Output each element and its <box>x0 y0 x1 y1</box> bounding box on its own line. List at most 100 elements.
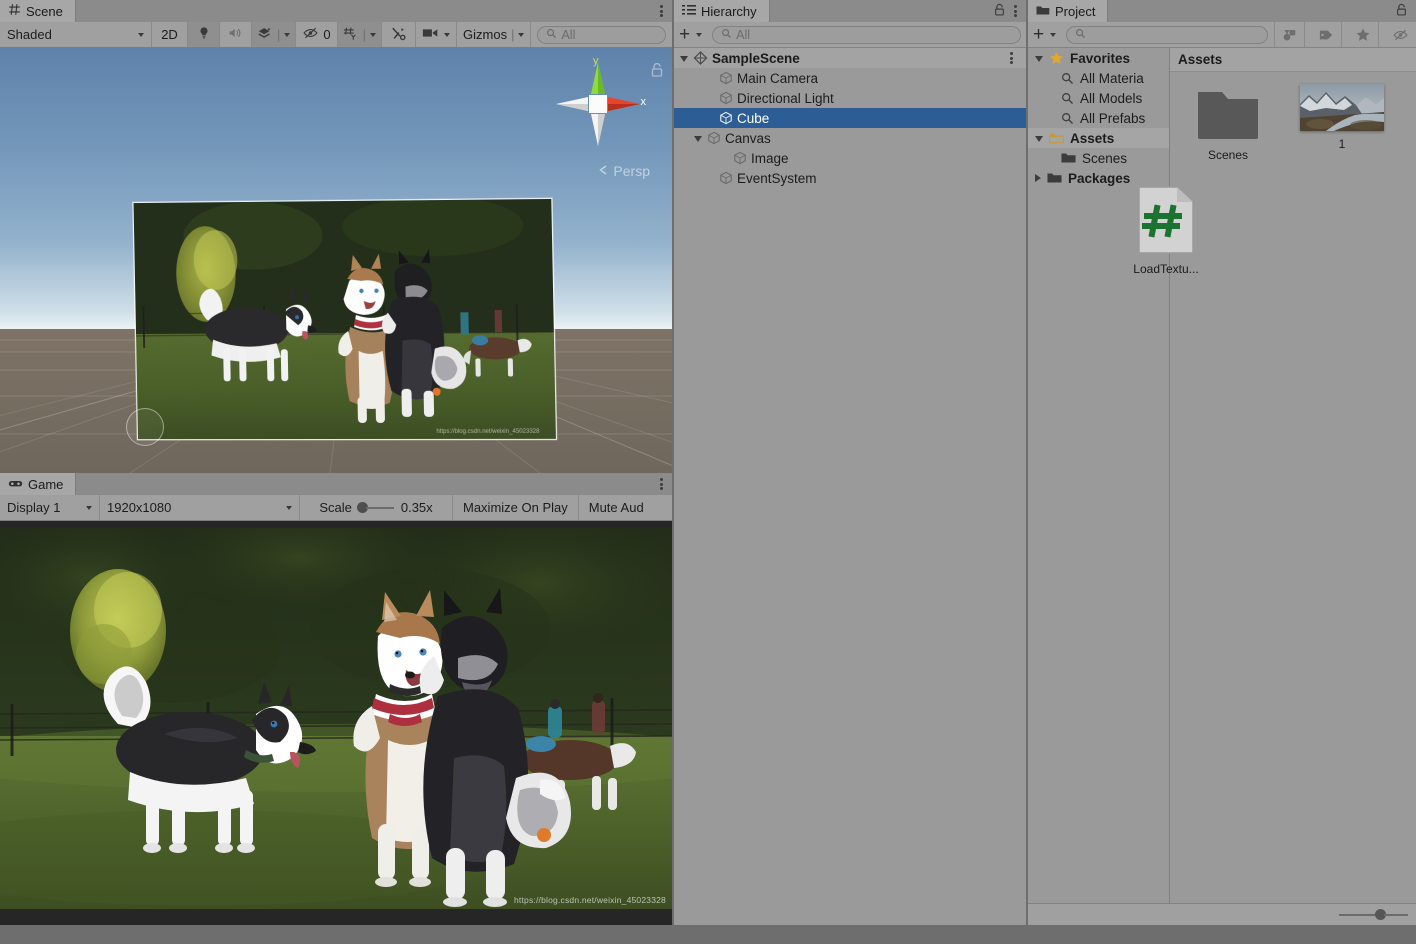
project-tree-item-assets[interactable]: Assets <box>1028 128 1169 148</box>
tab-scene[interactable]: Scene <box>0 0 76 22</box>
gizmos-dropdown[interactable]: Gizmos | <box>457 22 532 47</box>
grid-chevron-down-icon[interactable] <box>370 32 377 37</box>
dog-photo-scene: https://blog.csdn.net/weixin_45023328 <box>133 197 557 441</box>
asset-item-script[interactable]: LoadTextu... <box>1122 184 1210 276</box>
gizmos-chevron-down-icon[interactable] <box>518 32 525 37</box>
project-add-label[interactable]: + <box>1033 25 1044 44</box>
scene-viewport[interactable]: https://blog.csdn.net/weixin_45023328 y … <box>0 48 672 473</box>
hierarchy-item-eventsystem[interactable]: EventSystem <box>674 168 1026 188</box>
hierarchy-item-directional-light[interactable]: Directional Light <box>674 88 1026 108</box>
project-padlock-icon[interactable] <box>1395 3 1408 20</box>
project-tree-item-favorites[interactable]: Favorites <box>1028 48 1169 68</box>
hierarchy-item-main-camera[interactable]: Main Camera <box>674 68 1026 88</box>
star-icon <box>1049 51 1064 65</box>
tab-project[interactable]: Project <box>1028 0 1109 22</box>
chevron-down-icon[interactable] <box>694 136 702 142</box>
asset-item-folder[interactable]: Scenes <box>1184 84 1272 162</box>
tab-game[interactable]: Game <box>0 473 77 495</box>
hierarchy-add-label[interactable]: + <box>679 25 690 44</box>
shading-mode-dropdown[interactable]: Shaded <box>0 22 152 47</box>
scene-search-input[interactable]: All <box>537 25 666 44</box>
project-tree-item-all-prefabs[interactable]: All Prefabs <box>1028 108 1169 128</box>
chevron-right-icon[interactable] <box>1035 174 1041 182</box>
asset-label: 1 <box>1338 137 1346 151</box>
asset-item-texture[interactable]: 1 <box>1298 84 1386 162</box>
hierarchy-tabbar: Hierarchy <box>674 0 1026 22</box>
gameobject-icon <box>719 71 733 85</box>
folder-icon <box>1036 4 1050 19</box>
scene-fx-toggle[interactable]: | <box>252 22 297 47</box>
chevron-down-icon <box>138 32 144 37</box>
project-tree-item-all-materia[interactable]: All Materia <box>1028 68 1169 88</box>
mute-audio-button[interactable]: Mute Aud <box>578 495 654 520</box>
toggle-2d-button[interactable]: 2D <box>152 22 188 47</box>
asset-label: LoadTextu... <box>1133 262 1199 276</box>
hierarchy-item-canvas[interactable]: Canvas <box>674 128 1026 148</box>
padlock-icon[interactable] <box>650 62 664 81</box>
scene-grid-toggle[interactable]: | <box>337 22 383 47</box>
scene-row-kebab-menu-icon[interactable] <box>1010 51 1014 65</box>
mute-audio-label: Mute Aud <box>588 500 644 515</box>
search-icon <box>721 28 732 42</box>
project-folder-tree[interactable]: Favorites All Materia All Models All Prefab… <box>1028 48 1170 903</box>
unity-editor-window: Scene Shaded 2D | 0 | Gizmos | All https… <box>0 0 1416 944</box>
project-tree-item-label: Scenes <box>1082 150 1128 166</box>
project-eye-crossed-icon[interactable] <box>1385 22 1416 47</box>
hierarchy-search-input[interactable]: All <box>712 25 1021 44</box>
game-kebab-menu-icon[interactable] <box>660 477 664 491</box>
project-search-input[interactable] <box>1066 25 1268 44</box>
tab-hierarchy[interactable]: Hierarchy <box>674 0 770 22</box>
game-tabbar: Game <box>0 473 672 495</box>
asset-zoom-slider[interactable] <box>1339 909 1408 920</box>
project-tree-item-scenes[interactable]: Scenes <box>1028 148 1169 168</box>
grid-hash-icon <box>8 3 21 19</box>
hierarchy-padlock-icon[interactable] <box>993 3 1006 20</box>
light-bulb-icon <box>197 26 211 43</box>
hierarchy-item-label: EventSystem <box>737 170 817 186</box>
project-tree-item-all-models[interactable]: All Models <box>1028 88 1169 108</box>
scene-projection-toggle[interactable]: Persp <box>597 163 650 179</box>
scene-pivot-handle[interactable] <box>126 408 164 446</box>
scale-slider-group[interactable]: Scale 0.35x <box>300 495 453 520</box>
search-icon <box>1061 72 1074 85</box>
project-asset-browser[interactable]: Assets Scenes 1 LoadTextu... <box>1133 48 1416 903</box>
filter-by-type-icon[interactable] <box>1274 22 1305 47</box>
project-tree-item-label: All Materia <box>1080 70 1144 86</box>
scene-textured-quad[interactable]: https://blog.csdn.net/weixin_45023328 <box>132 197 557 441</box>
scene-camera-settings[interactable] <box>416 22 458 47</box>
scene-audio-toggle[interactable] <box>220 22 252 47</box>
chevron-down-icon[interactable] <box>680 56 688 62</box>
scene-kebab-menu-icon[interactable] <box>660 4 664 18</box>
eye-crossed-icon <box>302 26 319 43</box>
display-dropdown[interactable]: Display 1 <box>0 495 100 520</box>
camera-chevron-down-icon[interactable] <box>444 32 451 37</box>
hierarchy-item-cube[interactable]: Cube <box>674 108 1026 128</box>
scene-tools-button[interactable] <box>382 22 417 47</box>
label-tag-icon[interactable] <box>1311 22 1342 47</box>
game-view-panel: Game Display 1 1920x1080 Scale 0.35x Max… <box>0 473 672 925</box>
gameobject-icon <box>733 151 747 165</box>
hierarchy-add-chevron-down-icon[interactable] <box>696 32 703 37</box>
scene-lighting-toggle[interactable] <box>188 22 220 47</box>
chevron-down-icon[interactable] <box>1035 136 1043 142</box>
star-icon[interactable] <box>1348 22 1379 47</box>
quad-watermark: https://blog.csdn.net/weixin_45023328 <box>436 429 540 435</box>
hierarchy-kebab-menu-icon[interactable] <box>1014 4 1018 18</box>
scene-orientation-gizmo[interactable]: y x <box>552 55 646 150</box>
maximize-on-play-button[interactable]: Maximize On Play <box>453 495 579 520</box>
chevron-down-icon[interactable] <box>1035 56 1043 62</box>
hierarchy-item-samplescene[interactable]: SampleScene <box>674 48 1026 68</box>
game-viewport[interactable]: https://blog.csdn.net/weixin_45023328 <box>0 521 672 925</box>
hierarchy-item-image[interactable]: Image <box>674 148 1026 168</box>
fx-chevron-down-icon[interactable] <box>284 32 291 37</box>
gizmo-y-label: y <box>593 55 599 67</box>
project-tree-item-label: All Models <box>1080 90 1143 106</box>
resolution-dropdown[interactable]: 1920x1080 <box>100 495 300 520</box>
game-toolbar: Display 1 1920x1080 Scale 0.35x Maximize… <box>0 495 672 521</box>
hierarchy-tree[interactable]: SampleScene Main Camera Directional Light C… <box>674 48 1026 925</box>
scale-slider[interactable] <box>356 502 394 513</box>
scale-value: 0.35x <box>400 500 433 515</box>
scene-projection-label: Persp <box>613 163 650 179</box>
project-add-chevron-down-icon[interactable] <box>1050 32 1057 37</box>
scene-visibility-toggle[interactable]: 0 <box>296 22 338 47</box>
